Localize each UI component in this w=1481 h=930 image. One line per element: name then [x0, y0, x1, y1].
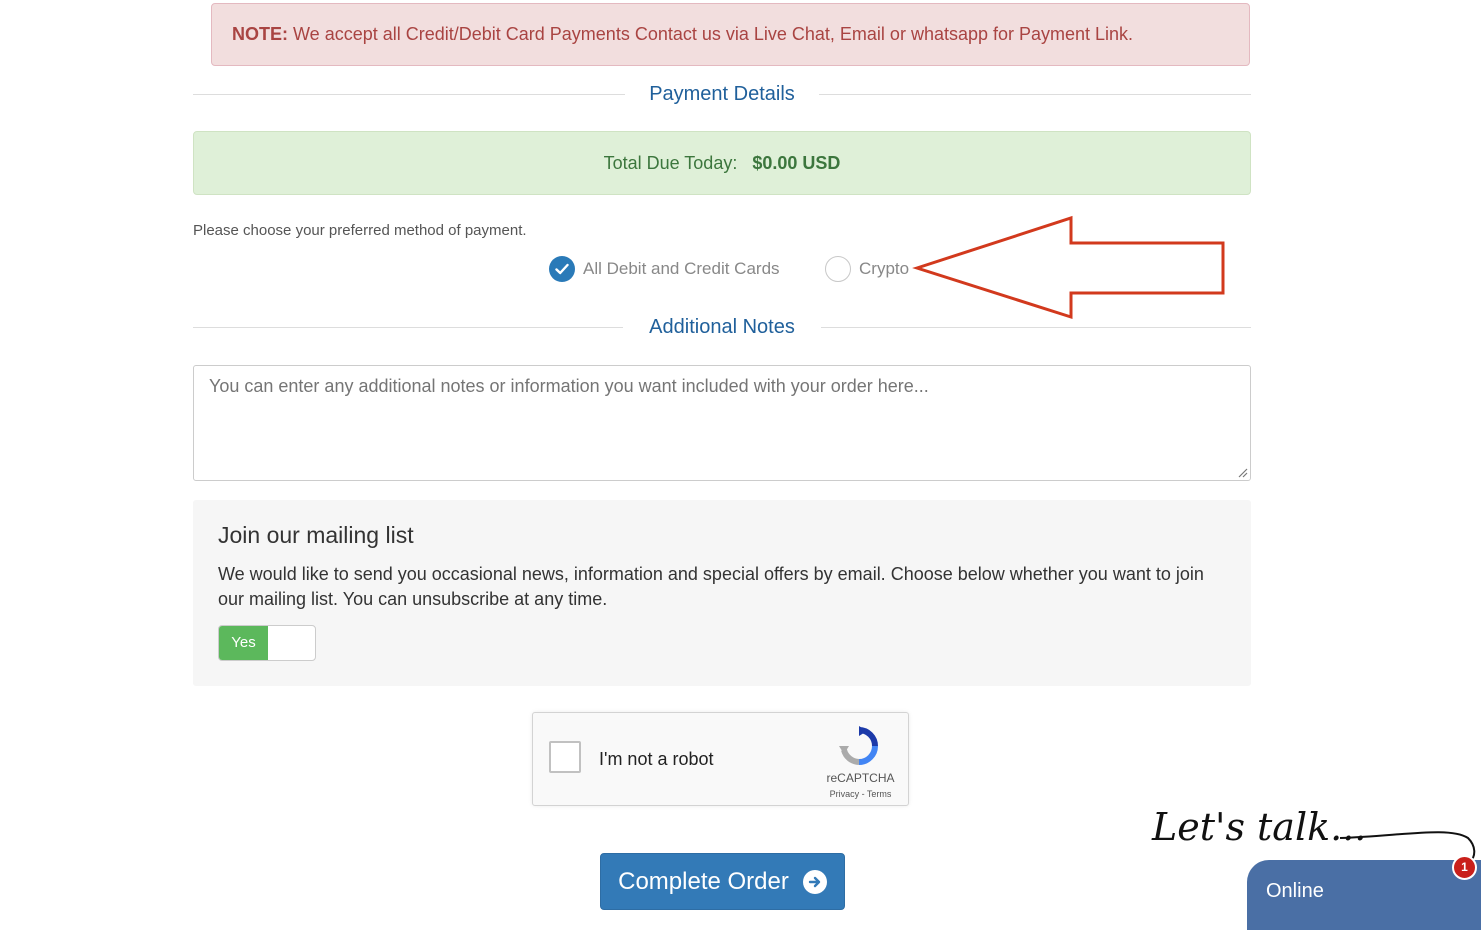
payment-details-section-header: Payment Details	[193, 80, 1251, 110]
recaptcha-checkbox[interactable]	[549, 741, 581, 773]
note-prefix: NOTE:	[232, 24, 288, 44]
payment-method-cards-label: All Debit and Credit Cards	[583, 259, 780, 278]
mailing-list-description: We would like to send you occasional new…	[218, 564, 1204, 609]
payment-method-crypto-radio[interactable]: Crypto	[825, 255, 909, 283]
payment-method-prompt: Please choose your preferred method of p…	[193, 222, 527, 239]
total-due-box: Total Due Today: $0.00 USD	[193, 131, 1251, 195]
resize-grip-icon[interactable]	[1238, 468, 1248, 478]
recaptcha-logo-icon	[839, 726, 878, 765]
mailing-list-toggle[interactable]: Yes	[218, 625, 316, 661]
payment-method-cards-radio[interactable]: All Debit and Credit Cards	[549, 255, 780, 283]
chat-launcher[interactable]: Online	[1247, 860, 1481, 930]
payment-details-heading: Payment Details	[649, 83, 795, 105]
arrow-circle-right-icon	[802, 869, 827, 894]
checkmark-icon	[549, 256, 575, 282]
chat-tagline-text: Let's talk...	[1151, 805, 1366, 849]
additional-notes-input[interactable]	[193, 365, 1251, 481]
recaptcha-widget: I'm not a robot reCAPTCHA Privacy - Term…	[532, 712, 909, 806]
recaptcha-label: I'm not a robot	[599, 749, 714, 769]
total-due-amount: $0.00 USD	[752, 153, 841, 173]
radio-empty-icon	[825, 256, 851, 282]
additional-notes-section-header: Additional Notes	[193, 313, 1251, 343]
recaptcha-brand: reCAPTCHA	[826, 771, 895, 785]
chat-status: Online	[1266, 880, 1324, 902]
recaptcha-privacy-terms-links[interactable]: Privacy - Terms	[813, 789, 908, 799]
payment-note-alert: NOTE: We accept all Credit/Debit Card Pa…	[211, 3, 1250, 66]
mailing-list-panel: Join our mailing list We would like to s…	[193, 500, 1251, 686]
additional-notes-heading: Additional Notes	[649, 316, 795, 338]
complete-order-label: Complete Order	[618, 867, 789, 895]
toggle-yes-label: Yes	[219, 626, 268, 660]
note-text: We accept all Credit/Debit Card Payments…	[293, 24, 1134, 44]
complete-order-button[interactable]: Complete Order	[600, 853, 845, 910]
payment-method-crypto-label: Crypto	[859, 259, 910, 278]
chat-unread-badge: 1	[1452, 855, 1477, 880]
annotation-arrow-icon	[912, 215, 1225, 320]
mailing-list-heading: Join our mailing list	[218, 522, 414, 548]
total-due-label: Total Due Today:	[603, 153, 738, 173]
